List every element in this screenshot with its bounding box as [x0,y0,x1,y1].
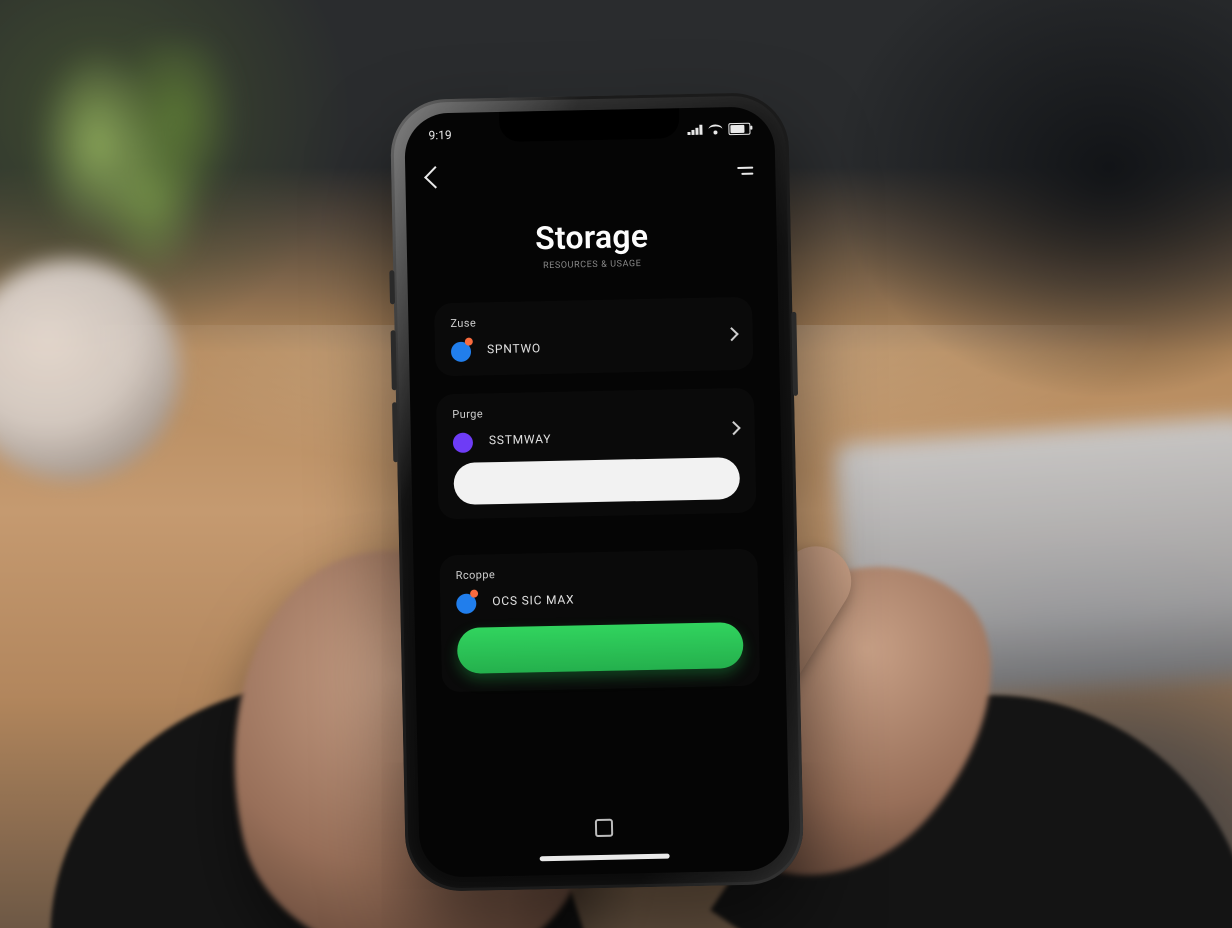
mute-switch [389,270,395,304]
photo-scene: 9:19 Storage RESOURCES & USAGE [0,0,1232,928]
section-heading: Rcoppe [456,563,742,582]
home-indicator[interactable] [540,854,670,862]
item-label: SSTMWAY [489,432,552,447]
page-title: Storage [406,214,777,260]
phone-screen: 9:19 Storage RESOURCES & USAGE [404,106,790,878]
item-label: SPNTWO [487,341,541,356]
category-color-icon [453,429,477,453]
action-button[interactable] [457,622,744,674]
cellular-signal-icon [687,125,702,135]
menu-button[interactable] [737,167,753,175]
wifi-icon [708,124,722,134]
progress-bar [453,457,740,505]
category-color-icon [456,589,480,613]
item-label: OCS SIC MAX [492,593,574,609]
storage-item-2[interactable]: Purge SSTMWAY [436,388,757,520]
battery-icon [728,123,750,135]
display-notch [499,108,680,142]
volume-down-button [392,402,398,462]
power-button [791,312,798,396]
page-subtitle: RESOURCES & USAGE [407,256,777,274]
phone-device: 9:19 Storage RESOURCES & USAGE [390,92,804,892]
volume-up-button [391,330,397,390]
section-heading: Zuse [450,311,736,330]
storage-item-3[interactable]: Rcoppe OCS SIC MAX [439,549,760,693]
section-heading: Purge [452,402,738,421]
category-color-icon [451,338,475,362]
status-time: 9:19 [428,128,451,142]
storage-list: Zuse SPNTWO Purge SST [434,297,760,711]
back-button[interactable] [424,166,447,189]
recent-apps-button[interactable] [595,819,613,837]
storage-item-1[interactable]: Zuse SPNTWO [434,297,753,377]
